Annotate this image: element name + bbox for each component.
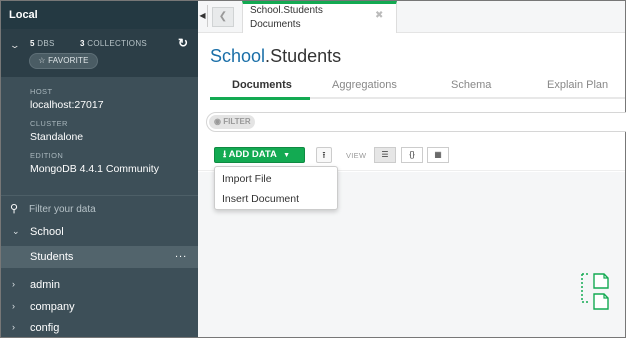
- sidebar-item-students[interactable]: Students ...: [1, 246, 198, 268]
- title-database: School: [210, 46, 266, 66]
- query-filter-bar[interactable]: ◉ FILTER: [206, 112, 626, 132]
- sidebar-filter: ⚲: [1, 195, 198, 221]
- page-title: School.Students: [210, 46, 341, 67]
- list-icon: ☰: [381, 150, 389, 159]
- tab-school-students[interactable]: School.Students Documents ✖: [242, 1, 397, 33]
- tab-schema[interactable]: Schema: [451, 79, 491, 91]
- more-options-icon[interactable]: ...: [175, 248, 187, 260]
- title-collection: Students: [270, 46, 342, 66]
- tab-subtitle: Documents: [250, 19, 301, 30]
- table-view-button[interactable]: ▦: [427, 147, 449, 163]
- view-label: VIEW: [346, 151, 367, 160]
- sidebar-header: Local: [1, 1, 198, 29]
- export-button[interactable]: ⭱: [316, 147, 332, 163]
- collection-label: Students: [30, 251, 74, 263]
- instance-info: HOST localhost:27017 CLUSTER Standalone …: [1, 77, 198, 175]
- database-label: admin: [30, 279, 60, 291]
- chevron-right-icon: ›: [12, 279, 15, 289]
- database-label: company: [30, 301, 75, 313]
- json-view-button[interactable]: {}: [401, 147, 423, 163]
- chevron-down-icon[interactable]: ⌄: [9, 40, 20, 51]
- menu-item-insert-document[interactable]: Insert Document: [222, 193, 299, 205]
- add-data-menu: Import File Insert Document: [214, 166, 338, 210]
- sidebar-item-school[interactable]: ⌄ School: [1, 221, 198, 243]
- active-tab-indicator: [210, 97, 310, 100]
- filter-chip: ◉ FILTER: [209, 115, 255, 129]
- sidebar-item-config[interactable]: › config: [1, 317, 198, 337]
- braces-icon: {}: [409, 150, 415, 159]
- main-panel: ◀ ❮ School.Students Documents ✖ School.S…: [198, 1, 626, 337]
- sidebar-item-admin[interactable]: › admin: [1, 274, 198, 296]
- add-data-label: ADD DATA: [228, 149, 277, 160]
- star-icon: ☆: [38, 56, 46, 65]
- collections-count: 3 COLLECTIONS: [80, 39, 148, 48]
- download-icon: ⭳: [223, 149, 227, 160]
- tab-bar: ◀ ❮ School.Students Documents ✖: [198, 1, 625, 33]
- search-icon: ⚲: [10, 203, 19, 215]
- filter-chip-label: FILTER: [223, 117, 251, 126]
- database-label: School: [30, 226, 64, 238]
- host-info: HOST localhost:27017: [30, 77, 198, 111]
- collapse-sidebar-icon[interactable]: ◀: [198, 5, 208, 27]
- sidebar-item-company[interactable]: › company: [1, 296, 198, 318]
- chevron-down-icon: ⌄: [12, 226, 20, 236]
- collection-subtabs: Documents Aggregations Schema Explain Pl…: [210, 77, 625, 100]
- refresh-icon[interactable]: ↻: [178, 36, 188, 50]
- chevron-right-icon: ›: [12, 322, 15, 332]
- empty-documents-icon: [581, 273, 609, 310]
- edition-info: EDITION MongoDB 4.4.1 Community: [30, 141, 198, 175]
- edition-value: MongoDB 4.4.1 Community: [30, 163, 159, 175]
- favorite-label: FAVORITE: [48, 56, 89, 65]
- sidebar: Local ⌄ 5 DBS 3 COLLECTIONS ↻ ☆ FAVORITE…: [1, 1, 198, 337]
- instance-summary: ⌄ 5 DBS 3 COLLECTIONS ↻ ☆ FAVORITE: [1, 29, 198, 77]
- chevron-right-icon: ›: [12, 301, 15, 311]
- favorite-button[interactable]: ☆ FAVORITE: [29, 53, 98, 69]
- tab-documents[interactable]: Documents: [232, 79, 292, 91]
- tab-aggregations[interactable]: Aggregations: [332, 79, 397, 91]
- cluster-label: CLUSTER: [30, 119, 68, 128]
- close-icon[interactable]: ✖: [375, 10, 383, 21]
- filter-input[interactable]: [29, 201, 189, 217]
- list-view-button[interactable]: ☰: [374, 147, 396, 163]
- tab-title: School.Students: [250, 5, 323, 16]
- database-label: config: [30, 322, 60, 334]
- upload-icon: ⭱: [322, 150, 326, 160]
- table-icon: ▦: [434, 150, 442, 159]
- edition-label: EDITION: [30, 151, 64, 160]
- caret-down-icon: ▼: [283, 152, 291, 159]
- dbs-count: 5 DBS: [30, 39, 55, 48]
- tab-explain-plan[interactable]: Explain Plan: [547, 79, 608, 91]
- filter-circle-icon: ◉: [214, 117, 221, 126]
- cluster-info: CLUSTER Standalone: [30, 109, 198, 143]
- add-data-button[interactable]: ⭳ ADD DATA ▼: [214, 147, 305, 163]
- host-label: HOST: [30, 87, 53, 96]
- back-arrow-icon[interactable]: ❮: [212, 7, 234, 27]
- menu-item-import-file[interactable]: Import File: [222, 173, 272, 185]
